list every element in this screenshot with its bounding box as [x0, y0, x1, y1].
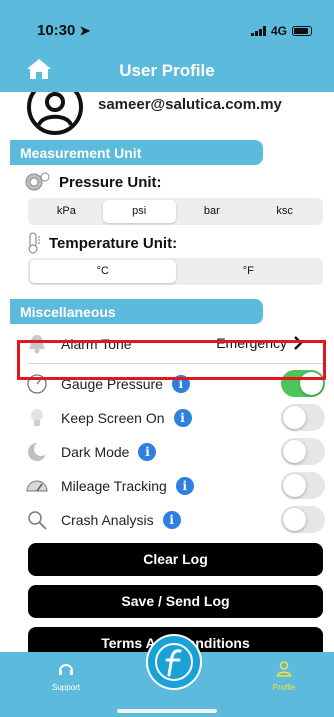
dark-mode-highlight — [17, 340, 326, 380]
setting-row-crash-analysis: Crash Analysis i — [25, 505, 325, 535]
signal-icon — [250, 26, 266, 36]
pressure-option-psi[interactable]: psi — [102, 200, 176, 223]
tab-profile-label: Profile — [272, 683, 296, 692]
home-indicator — [117, 709, 217, 713]
clear-log-button[interactable]: Clear Log — [28, 543, 323, 576]
mileage-tracking-toggle[interactable] — [281, 472, 325, 499]
speedometer-icon — [25, 474, 49, 498]
avatar — [26, 92, 84, 136]
pressure-option-kpa[interactable]: kPa — [30, 200, 103, 223]
location-arrow-icon: ➤ — [79, 23, 91, 38]
status-time: 10:30 ➤ — [37, 22, 91, 39]
temperature-option-celsius[interactable]: °C — [30, 260, 176, 283]
pressure-unit-selector[interactable]: kPa psi bar ksc — [28, 198, 323, 225]
tab-support-label: Support — [51, 683, 81, 692]
info-icon[interactable]: i — [162, 511, 181, 529]
tab-profile[interactable]: Profile — [254, 660, 314, 692]
pressure-unit-label: Pressure Unit: — [59, 173, 162, 191]
save-send-log-button[interactable]: Save / Send Log — [28, 585, 323, 618]
thermometer-icon — [28, 232, 40, 254]
user-icon — [27, 92, 83, 135]
setting-row-dark-mode: Dark Mode i — [25, 437, 325, 467]
logo-f-icon — [155, 643, 193, 681]
magnifier-icon — [25, 508, 49, 532]
info-icon[interactable]: i — [175, 477, 194, 495]
network-label: 4G — [270, 24, 287, 38]
battery-icon — [292, 26, 312, 36]
setting-row-mileage-tracking: Mileage Tracking i — [25, 471, 325, 501]
person-icon — [276, 661, 292, 677]
page-title: User Profile — [119, 61, 215, 80]
pressure-option-bar[interactable]: bar — [176, 200, 249, 223]
status-indicators: 4G — [250, 24, 312, 38]
crash-analysis-toggle[interactable] — [281, 506, 325, 533]
info-icon[interactable]: i — [138, 443, 157, 461]
status-bar: 10:30 ➤ 4G — [0, 0, 334, 50]
temperature-unit-label: Temperature Unit: — [49, 234, 178, 252]
temperature-unit-row: Temperature Unit: — [25, 232, 177, 254]
app-logo-button[interactable] — [146, 634, 202, 690]
app-header: User Profile — [0, 50, 334, 92]
keep-screen-on-label: Keep Screen On — [61, 410, 165, 426]
dark-mode-toggle[interactable] — [281, 438, 325, 465]
lightbulb-icon — [25, 406, 49, 430]
section-measurement-unit: Measurement Unit — [10, 140, 263, 165]
setting-row-keep-screen-on: Keep Screen On i — [25, 403, 325, 433]
info-icon[interactable]: i — [173, 409, 192, 427]
section-miscellaneous: Miscellaneous — [10, 299, 263, 324]
user-email: sameer@salutica.com.my — [98, 96, 282, 113]
tab-support[interactable]: Support — [36, 660, 96, 692]
keep-screen-on-toggle[interactable] — [281, 404, 325, 431]
pressure-option-ksc[interactable]: ksc — [248, 200, 321, 223]
headset-icon — [59, 664, 73, 675]
screen: 10:30 ➤ 4G User Profile sameer@salutica.… — [0, 0, 334, 717]
pressure-unit-row: Pressure Unit: — [25, 171, 162, 193]
mileage-tracking-label: Mileage Tracking — [61, 478, 167, 494]
temperature-unit-selector[interactable]: °C °F — [28, 258, 323, 285]
crash-analysis-label: Crash Analysis — [61, 512, 154, 528]
moon-icon — [25, 440, 49, 464]
gauge-icon — [25, 172, 50, 191]
dark-mode-label: Dark Mode — [61, 444, 130, 460]
temperature-option-fahrenheit[interactable]: °F — [176, 260, 322, 283]
